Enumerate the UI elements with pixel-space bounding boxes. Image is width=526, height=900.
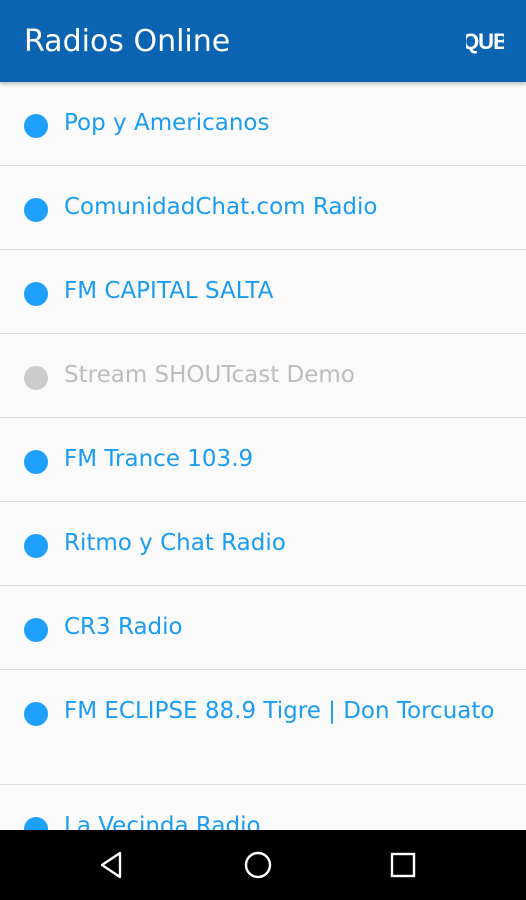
home-icon[interactable] [243, 850, 273, 880]
station-item[interactable]: La Vecinda Radio [0, 785, 526, 830]
station-name: Ritmo y Chat Radio [64, 530, 286, 556]
status-dot-icon [24, 702, 48, 726]
station-list: Pop y Americanos ComunidadChat.com Radio… [0, 82, 526, 830]
logo-text: QUB [466, 29, 504, 54]
status-dot-icon [24, 198, 48, 222]
status-dot-icon [24, 618, 48, 642]
station-item[interactable]: FM Trance 103.9 [0, 418, 526, 502]
station-name: FM CAPITAL SALTA [64, 278, 274, 304]
back-icon[interactable] [98, 850, 128, 880]
station-name: Stream SHOUTcast Demo [64, 362, 355, 388]
app-bar: Radios Online QUB [0, 0, 526, 82]
status-dot-icon [24, 114, 48, 138]
station-item[interactable]: Pop y Americanos [0, 82, 526, 166]
station-name: La Vecinda Radio [64, 813, 261, 830]
recents-icon[interactable] [388, 850, 418, 880]
station-item[interactable]: FM CAPITAL SALTA [0, 250, 526, 334]
qub-logo-icon[interactable]: QUB [466, 28, 504, 54]
status-dot-icon [24, 817, 48, 830]
status-dot-icon [24, 450, 48, 474]
station-name: Pop y Americanos [64, 110, 270, 136]
station-item[interactable]: FM ECLIPSE 88.9 Tigre | Don Torcuato [0, 670, 526, 785]
station-item[interactable]: Stream SHOUTcast Demo [0, 334, 526, 418]
status-dot-icon [24, 534, 48, 558]
screen: Radios Online QUB Pop y Americanos Comun… [0, 0, 526, 900]
system-navigation-bar [0, 830, 526, 900]
station-item[interactable]: Ritmo y Chat Radio [0, 502, 526, 586]
station-name: ComunidadChat.com Radio [64, 194, 378, 220]
station-name: FM Trance 103.9 [64, 446, 254, 472]
app-title: Radios Online [24, 24, 231, 59]
station-name: FM ECLIPSE 88.9 Tigre | Don Torcuato [64, 698, 495, 724]
station-name: CR3 Radio [64, 614, 183, 640]
station-item[interactable]: CR3 Radio [0, 586, 526, 670]
station-item[interactable]: ComunidadChat.com Radio [0, 166, 526, 250]
status-dot-icon [24, 366, 48, 390]
status-dot-icon [24, 282, 48, 306]
